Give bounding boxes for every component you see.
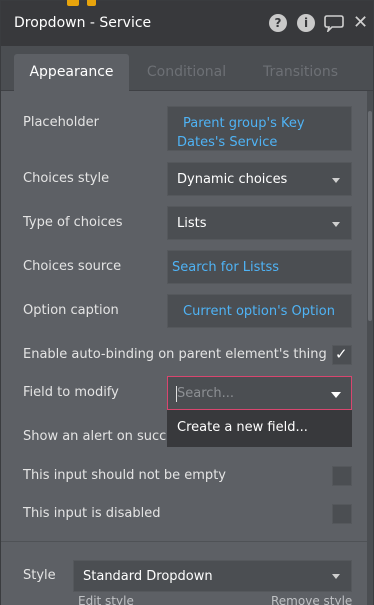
info-icon[interactable]: i	[297, 14, 315, 32]
disabled-label: This input is disabled	[23, 506, 161, 521]
tab-bar: Appearance Conditional Transitions	[1, 46, 373, 92]
choices-source-value: Search for Listss	[172, 260, 280, 275]
type-of-choices-value: Lists	[177, 216, 207, 231]
edit-style-link[interactable]: Edit style	[78, 594, 134, 605]
section-divider	[1, 541, 367, 542]
show-alert-label: Show an alert on success	[23, 429, 188, 444]
choices-source-field[interactable]: Search for Listss	[167, 250, 352, 284]
comment-icon[interactable]	[324, 14, 344, 34]
choices-source-label: Choices source	[23, 259, 122, 274]
chevron-down-icon	[331, 392, 341, 398]
tab-conditional[interactable]: Conditional	[139, 54, 234, 92]
type-of-choices-label: Type of choices	[23, 215, 123, 230]
tab-transitions[interactable]: Transitions	[253, 54, 348, 92]
chevron-down-icon	[332, 178, 340, 183]
panel-header[interactable]: Dropdown - Service ? i ✕	[1, 1, 373, 46]
close-icon[interactable]: ✕	[353, 14, 371, 32]
property-editor-panel: Dropdown - Service ? i ✕ Appearance Cond…	[0, 0, 374, 605]
badge-marker	[87, 0, 96, 6]
option-caption-label: Option caption	[23, 303, 119, 318]
tab-appearance[interactable]: Appearance	[14, 54, 129, 92]
option-caption-value: Current option's Option	[183, 304, 335, 319]
field-to-modify-label: Field to modify	[23, 385, 119, 400]
choices-style-label: Choices style	[23, 171, 110, 186]
style-dropdown[interactable]: Standard Dropdown	[73, 560, 352, 592]
type-of-choices-dropdown[interactable]: Lists	[167, 206, 352, 240]
panel-title: Dropdown - Service	[14, 15, 152, 31]
checkmark-icon: ✓	[335, 345, 348, 363]
placeholder-label: Placeholder	[23, 115, 99, 130]
auto-binding-checkbox[interactable]: ✓	[332, 345, 352, 365]
not-empty-checkbox[interactable]	[332, 466, 352, 486]
placeholder-value: Parent group's Key Dates's Service	[177, 116, 305, 150]
field-to-modify-search[interactable]: Search...	[167, 376, 352, 410]
option-caption-field[interactable]: Current option's Option	[167, 294, 352, 328]
chevron-down-icon	[332, 222, 340, 227]
style-label: Style	[23, 568, 56, 583]
scrollbar-thumb[interactable]	[368, 111, 372, 321]
chevron-down-icon	[332, 574, 340, 579]
help-icon[interactable]: ?	[269, 14, 287, 32]
placeholder-field[interactable]: Parent group's Key Dates's Service	[167, 106, 352, 151]
choices-style-dropdown[interactable]: Dynamic choices	[167, 162, 352, 196]
style-value: Standard Dropdown	[83, 569, 213, 584]
disabled-checkbox[interactable]	[332, 504, 352, 524]
search-placeholder: Search...	[177, 386, 235, 401]
badge-marker	[67, 0, 79, 6]
remove-style-link[interactable]: Remove style	[271, 594, 352, 605]
field-dropdown-menu: Create a new field...	[167, 410, 352, 447]
create-new-field-option[interactable]: Create a new field...	[177, 420, 308, 435]
auto-binding-label: Enable auto-binding on parent element's …	[23, 347, 327, 362]
not-empty-label: This input should not be empty	[23, 468, 226, 483]
choices-style-value: Dynamic choices	[177, 172, 288, 187]
